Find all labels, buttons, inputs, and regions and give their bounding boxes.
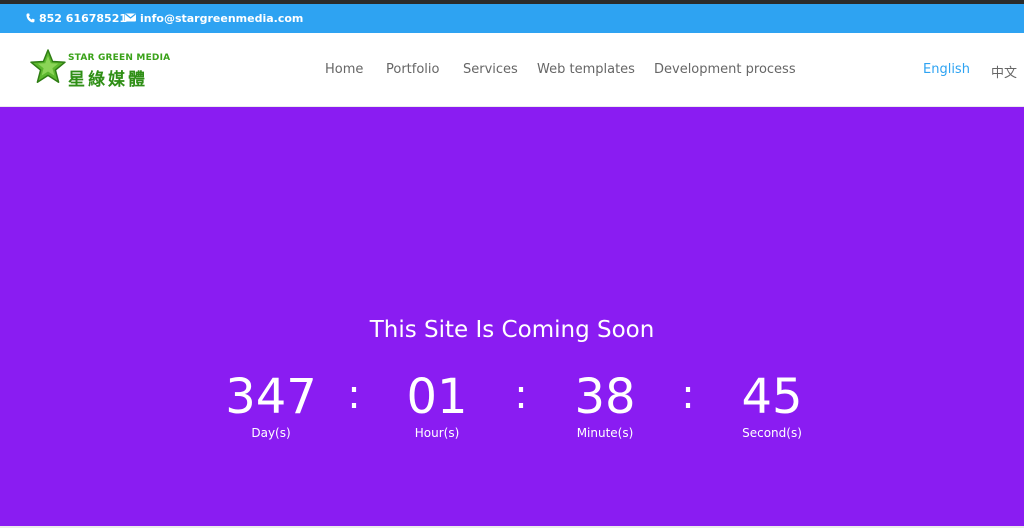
countdown-hours-value: 01 bbox=[406, 369, 468, 425]
nav-item-development-process[interactable]: Development process bbox=[654, 62, 796, 77]
countdown-separator: : bbox=[514, 372, 528, 418]
site-logo[interactable]: STAR GREEN MEDIA 星綠媒體 bbox=[30, 49, 175, 90]
green-star-logo-icon bbox=[30, 49, 66, 83]
contact-top-bar: 852 61678521 info@stargreenmedia.com bbox=[0, 4, 1024, 33]
envelope-icon bbox=[125, 13, 136, 24]
logo-text-english: STAR GREEN MEDIA bbox=[68, 53, 171, 63]
language-english-link[interactable]: English bbox=[923, 62, 970, 77]
countdown-seconds-value: 45 bbox=[741, 369, 803, 425]
countdown-minutes-label: Minute(s) bbox=[576, 426, 634, 440]
countdown-timer: 347 Day(s) : 01 Hour(s) : 38 Minute(s) :… bbox=[0, 369, 1024, 449]
phone-number: 852 61678521 bbox=[39, 12, 128, 25]
countdown-days-label: Day(s) bbox=[251, 426, 291, 440]
countdown-minutes-value: 38 bbox=[574, 369, 636, 425]
countdown-hours: 01 Hour(s) bbox=[377, 369, 497, 441]
countdown-seconds: 45 Second(s) bbox=[712, 369, 832, 441]
countdown-seconds-label: Second(s) bbox=[742, 426, 802, 440]
countdown-separator: : bbox=[681, 372, 695, 418]
countdown-minutes: 38 Minute(s) bbox=[545, 369, 665, 441]
email-contact[interactable]: info@stargreenmedia.com bbox=[125, 12, 303, 25]
language-chinese-link[interactable]: 中文 bbox=[991, 62, 1017, 81]
nav-item-home[interactable]: Home bbox=[325, 62, 363, 77]
email-address: info@stargreenmedia.com bbox=[140, 12, 304, 25]
coming-soon-hero: This Site Is Coming Soon 347 Day(s) : 01… bbox=[0, 107, 1024, 526]
site-header: STAR GREEN MEDIA 星綠媒體 Home Portfolio Ser… bbox=[0, 33, 1024, 106]
countdown-days-value: 347 bbox=[225, 369, 317, 425]
countdown-separator: : bbox=[347, 372, 361, 418]
logo-text-chinese: 星綠媒體 bbox=[68, 70, 148, 90]
phone-icon bbox=[26, 13, 35, 25]
countdown-hours-label: Hour(s) bbox=[414, 426, 460, 440]
nav-item-services[interactable]: Services bbox=[463, 62, 518, 77]
phone-contact[interactable]: 852 61678521 bbox=[26, 12, 127, 25]
nav-item-web-templates[interactable]: Web templates bbox=[537, 62, 635, 77]
countdown-days: 347 Day(s) bbox=[211, 369, 331, 441]
nav-item-portfolio[interactable]: Portfolio bbox=[386, 62, 439, 77]
coming-soon-title: This Site Is Coming Soon bbox=[369, 317, 655, 343]
